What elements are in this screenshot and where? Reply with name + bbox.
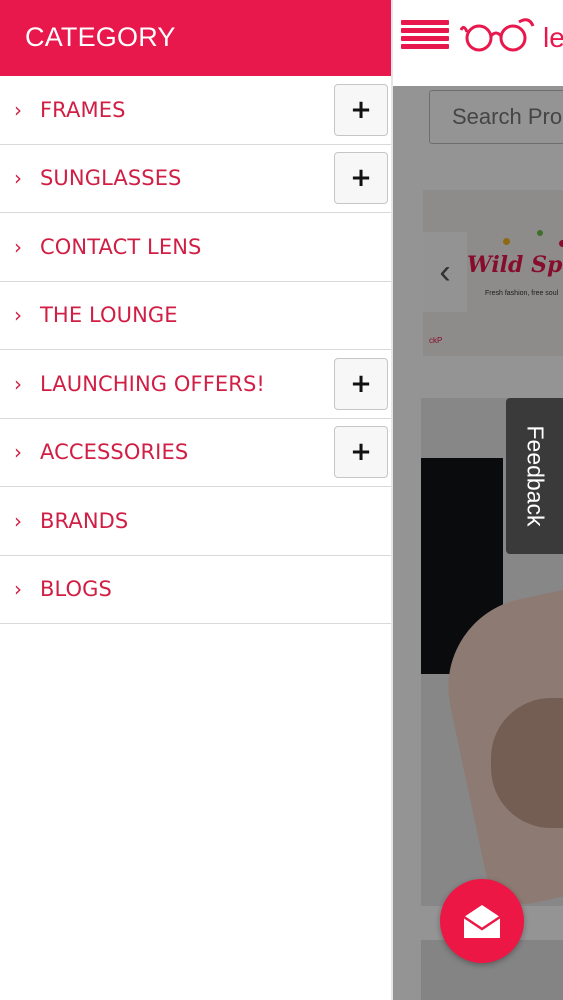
category-item-blogs[interactable]: › BLOGS [0,555,393,624]
category-label[interactable]: THE LOUNGE [40,303,178,327]
drawer-header: CATEGORY [0,0,393,76]
category-label[interactable]: LAUNCHING OFFERS! [40,372,265,396]
expand-sunglasses-button[interactable]: + [334,152,388,205]
drawer-divider [391,0,393,1000]
chevron-right-icon: › [14,234,22,259]
category-item-accessories[interactable]: › ACCESSORIES + [0,418,393,487]
chevron-right-icon: › [14,577,22,602]
chevron-right-icon: › [14,508,22,533]
plus-icon: + [350,437,372,468]
hamburger-icon[interactable] [401,20,449,58]
plus-icon: + [350,94,372,125]
category-menu: › FRAMES + › SUNGLASSES + › CONTACT LENS… [0,76,393,624]
category-item-brands[interactable]: › BRANDS [0,487,393,556]
chevron-right-icon: › [14,166,22,191]
chevron-right-icon: › [14,303,22,328]
category-item-the-lounge[interactable]: › THE LOUNGE [0,281,393,350]
expand-accessories-button[interactable]: + [334,426,388,479]
chevron-right-icon: › [14,440,22,465]
category-label[interactable]: BRANDS [40,509,128,533]
category-item-contact-lens[interactable]: › CONTACT LENS [0,213,393,282]
category-label[interactable]: SUNGLASSES [40,166,182,190]
category-item-sunglasses[interactable]: › SUNGLASSES + [0,144,393,213]
chevron-right-icon: › [14,97,22,122]
expand-frames-button[interactable]: + [334,83,388,136]
plus-icon: + [350,163,372,194]
site-header: le [393,0,563,86]
category-label[interactable]: FRAMES [40,98,126,122]
glasses-logo-icon[interactable] [459,16,537,56]
category-label[interactable]: ACCESSORIES [40,440,188,464]
mail-button[interactable] [440,879,524,963]
category-drawer: CATEGORY › FRAMES + › SUNGLASSES + › CON… [0,0,393,1000]
mail-icon [463,905,501,938]
logo-text[interactable]: le [543,22,563,54]
main-page: le Wild Spirit Fresh fashion, free soul … [393,0,563,1000]
category-item-launching-offers[interactable]: › LAUNCHING OFFERS! + [0,350,393,419]
category-item-frames[interactable]: › FRAMES + [0,76,393,145]
expand-launching-offers-button[interactable]: + [334,357,388,410]
drawer-title: CATEGORY [25,22,176,52]
feedback-label: Feedback [522,425,548,527]
plus-icon: + [350,368,372,399]
chevron-right-icon: › [14,371,22,396]
category-label[interactable]: CONTACT LENS [40,235,201,259]
feedback-tab[interactable]: Feedback [506,398,563,554]
category-label[interactable]: BLOGS [40,577,112,601]
